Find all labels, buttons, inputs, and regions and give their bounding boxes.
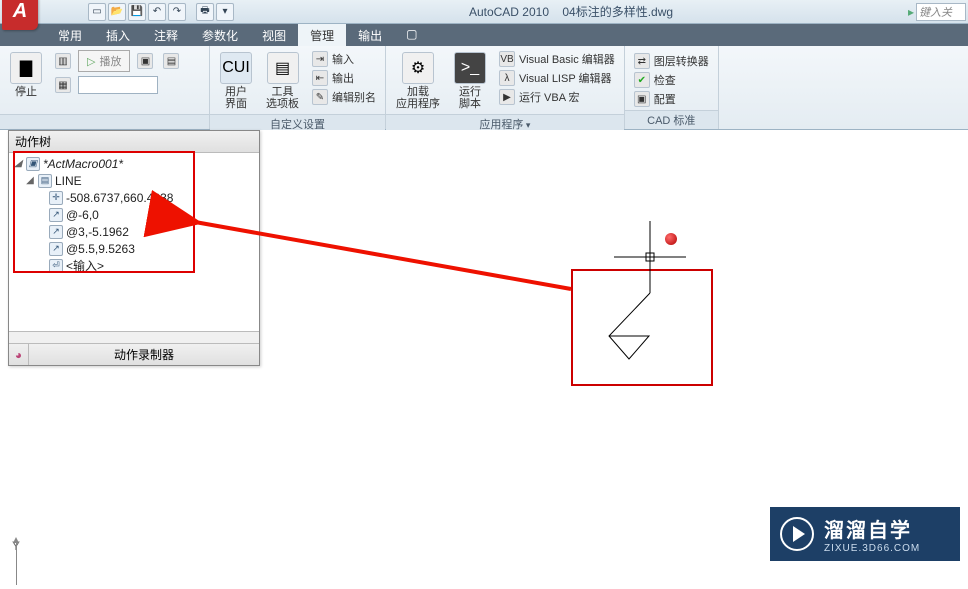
line-cmd-icon: ▤ bbox=[38, 174, 52, 188]
runscript-button[interactable]: >_运行 脚本 bbox=[450, 50, 490, 112]
mini-4[interactable]: ▦ bbox=[52, 76, 74, 94]
tab-annotate[interactable]: 注释 bbox=[142, 24, 190, 46]
panel-label-recorder bbox=[0, 114, 209, 129]
alias-icon: ✎ bbox=[312, 89, 328, 105]
action-tree-panel: 动作树 ◢▣*ActMacro001* ◢▤LINE ✛-508.6737,66… bbox=[8, 130, 260, 366]
rel-icon: ↗ bbox=[49, 242, 63, 256]
annotation-rect bbox=[571, 269, 713, 386]
vba-icon: ▶ bbox=[499, 89, 515, 105]
help-search-input[interactable]: 键入关 bbox=[916, 3, 966, 21]
record-icon: ▇ bbox=[10, 52, 42, 84]
play-button[interactable]: ▷播放 bbox=[78, 50, 130, 72]
tree-node-pt2[interactable]: ↗@-6,0 bbox=[9, 206, 259, 223]
runvba-button[interactable]: ▶运行 VBA 宏 bbox=[496, 88, 618, 106]
panel-label-standards: CAD 标准 bbox=[625, 110, 718, 129]
check-icon: ✔ bbox=[634, 72, 650, 88]
rel-icon: ↗ bbox=[49, 208, 63, 222]
qat-undo-icon[interactable]: ↶ bbox=[148, 3, 166, 21]
tree-node-pt1[interactable]: ✛-508.6737,660.4638 bbox=[9, 189, 259, 206]
qat-save-icon[interactable]: 💾 bbox=[128, 3, 146, 21]
vlisp-button[interactable]: λVisual LISP 编辑器 bbox=[496, 69, 618, 87]
mini-3[interactable]: ▤ bbox=[160, 50, 182, 72]
tab-manage[interactable]: 管理 bbox=[298, 24, 346, 46]
lisp-icon: λ bbox=[499, 70, 515, 86]
watermark-play-icon bbox=[780, 517, 814, 551]
tree-node-line[interactable]: ◢▤LINE bbox=[9, 172, 259, 189]
tree-node-pt3[interactable]: ↗@3,-5.1962 bbox=[9, 223, 259, 240]
tree-footer-label: 动作录制器 bbox=[29, 344, 259, 365]
tab-extra[interactable]: ▢ bbox=[394, 24, 429, 46]
vbe-button[interactable]: VBVisual Basic 编辑器 bbox=[496, 50, 618, 68]
rel-icon: ↗ bbox=[49, 225, 63, 239]
mini-1[interactable]: ▥ bbox=[52, 50, 74, 72]
enter-icon: ⏎ bbox=[49, 259, 63, 273]
tree-options-button[interactable]: ◕ bbox=[9, 344, 29, 365]
export-button[interactable]: ⇤输出 bbox=[309, 69, 379, 87]
toolpalettes-button[interactable]: ▤工具 选项板 bbox=[262, 50, 303, 112]
point-icon: ✛ bbox=[49, 191, 63, 205]
palette-icon: ▤ bbox=[267, 52, 299, 84]
action-tree-body[interactable]: ◢▣*ActMacro001* ◢▤LINE ✛-508.6737,660.46… bbox=[9, 153, 259, 331]
layertrans-button[interactable]: ⇄图层转换器 bbox=[631, 52, 712, 70]
tab-view[interactable]: 视图 bbox=[250, 24, 298, 46]
import-icon: ⇥ bbox=[312, 51, 328, 67]
cui-icon: CUI bbox=[220, 52, 252, 84]
config-icon: ▣ bbox=[634, 91, 650, 107]
ucs-y-axis bbox=[16, 541, 17, 585]
window-title: AutoCAD 2010 04标注的多样性.dwg bbox=[234, 3, 908, 20]
script-icon: >_ bbox=[454, 52, 486, 84]
macro-icon: ▣ bbox=[26, 157, 40, 171]
vb-icon: VB bbox=[499, 51, 515, 67]
tree-node-pt4[interactable]: ↗@5.5,9.5263 bbox=[9, 240, 259, 257]
tab-insert[interactable]: 插入 bbox=[94, 24, 142, 46]
editalias-button[interactable]: ✎编辑别名 bbox=[309, 88, 379, 106]
loadapp-button[interactable]: ⚙加载 应用程序 bbox=[392, 50, 444, 112]
search-icon: ▸ bbox=[908, 5, 914, 19]
export-icon: ⇤ bbox=[312, 70, 328, 86]
mini-2[interactable]: ▣ bbox=[134, 50, 156, 72]
tab-parametric[interactable]: 参数化 bbox=[190, 24, 250, 46]
check-button[interactable]: ✔检查 bbox=[631, 71, 712, 89]
qat-print-icon[interactable]: 🖶 bbox=[196, 3, 214, 21]
macro-dropdown[interactable] bbox=[78, 76, 158, 94]
layertrans-icon: ⇄ bbox=[634, 53, 650, 69]
action-tree-title: 动作树 bbox=[9, 131, 259, 153]
record-indicator-dot bbox=[665, 233, 677, 245]
app-menu-button[interactable]: A bbox=[0, 0, 42, 33]
qat-redo-icon[interactable]: ↷ bbox=[168, 3, 186, 21]
tab-home[interactable]: 常用 bbox=[46, 24, 94, 46]
qat-new-icon[interactable]: ▭ bbox=[88, 3, 106, 21]
watermark: 溜溜自学 ZIXUE.3D66.COM bbox=[770, 507, 960, 561]
import-button[interactable]: ⇥输入 bbox=[309, 50, 379, 68]
cui-button[interactable]: CUI用户 界面 bbox=[216, 50, 256, 112]
tree-node-macro[interactable]: ◢▣*ActMacro001* bbox=[9, 155, 259, 172]
qat-more-icon[interactable]: ▾ bbox=[216, 3, 234, 21]
record-button[interactable]: ▇ 停止 bbox=[6, 50, 46, 100]
tree-status-bar bbox=[9, 331, 259, 343]
tree-node-enter[interactable]: ⏎<输入> bbox=[9, 257, 259, 274]
tab-output[interactable]: 输出 bbox=[346, 24, 394, 46]
config-button[interactable]: ▣配置 bbox=[631, 90, 712, 108]
loadapp-icon: ⚙ bbox=[402, 52, 434, 84]
qat-open-icon[interactable]: 📂 bbox=[108, 3, 126, 21]
